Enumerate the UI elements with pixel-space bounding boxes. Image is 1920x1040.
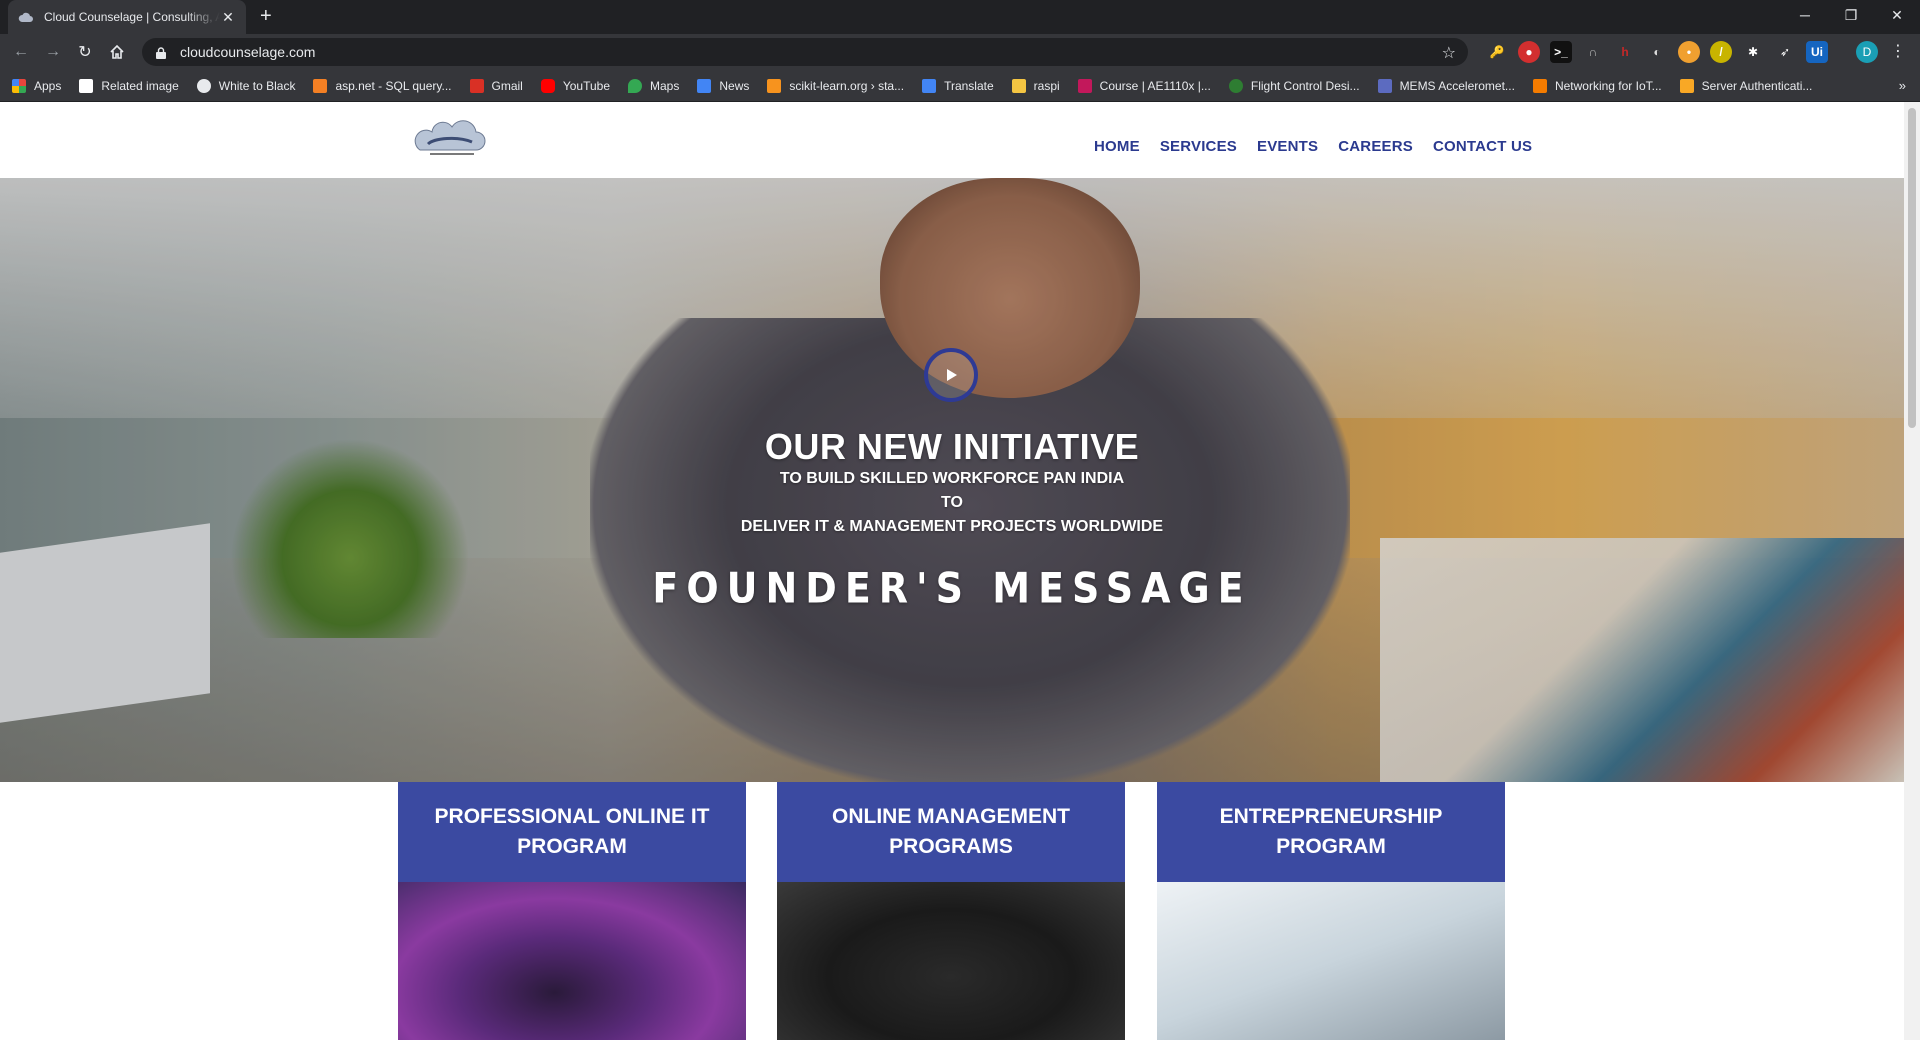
hero-subtitle-line-3: DELIVER IT & MANAGEMENT PROJECTS WORLDWI… xyxy=(740,518,1164,535)
bookmarks-bar: Apps Related image White to Black asp.ne… xyxy=(0,70,1920,102)
react-extension-icon[interactable]: ✱ xyxy=(1742,41,1764,63)
bookmark-item[interactable]: Course | AE1110x |... xyxy=(1077,78,1211,93)
founders-message-link[interactable]: FOUNDER'S MESSAGE xyxy=(0,564,1904,612)
close-window-icon[interactable]: ✕ xyxy=(1874,0,1920,30)
tab-strip: Cloud Counselage | Consulting, A ✕ + ─ ❐… xyxy=(0,0,1920,34)
dark-reader-extension-icon[interactable]: ◐ xyxy=(1646,41,1668,63)
profile-avatar[interactable]: D xyxy=(1856,41,1878,63)
browser-toolbar: ← → ↻ cloudcounselage.com ☆ 🔑 ● >_ ∩ h ◐… xyxy=(0,34,1920,70)
hero-title: OUR NEW INITIATIVE xyxy=(764,426,1140,467)
news-icon xyxy=(697,78,712,93)
hero-banner: OUR NEW INITIATIVE TO BUILD SKILLED WORK… xyxy=(0,178,1904,782)
card-header: PROFESSIONAL ONLINE IT PROGRAM xyxy=(398,782,746,882)
nav-careers[interactable]: CAREERS xyxy=(1338,138,1413,155)
program-card-it[interactable]: PROFESSIONAL ONLINE IT PROGRAM xyxy=(398,782,746,1040)
sklearn-icon xyxy=(767,78,782,93)
bookmark-item[interactable]: Networking for IoT... xyxy=(1532,78,1662,93)
rocket-extension-icon[interactable]: ➶ xyxy=(1774,41,1796,63)
url-text: cloudcounselage.com xyxy=(180,44,316,60)
page-scrollbar[interactable] xyxy=(1904,102,1920,1040)
nav-services[interactable]: SERVICES xyxy=(1160,138,1237,155)
back-arrow-icon[interactable]: ← xyxy=(10,41,32,63)
address-bar[interactable]: cloudcounselage.com ☆ xyxy=(142,38,1468,66)
bookmark-item[interactable]: News xyxy=(697,78,749,93)
restore-icon[interactable]: ❐ xyxy=(1828,0,1874,30)
bookmark-item[interactable]: Server Authenticati... xyxy=(1679,78,1812,93)
bookmark-item[interactable]: Gmail xyxy=(469,78,523,93)
home-icon[interactable] xyxy=(106,41,128,63)
apps-grid-icon xyxy=(12,78,26,93)
lock-icon xyxy=(156,46,166,59)
bookmark-item[interactable]: White to Black xyxy=(196,78,295,93)
bookmark-item[interactable]: asp.net - SQL query... xyxy=(313,78,452,93)
nav-events[interactable]: EVENTS xyxy=(1257,138,1318,155)
bookmark-star-icon[interactable]: ☆ xyxy=(1442,43,1456,63)
menu-dots-icon[interactable]: ⋮ xyxy=(1890,41,1906,61)
translate-icon xyxy=(922,78,937,93)
cookie-extension-icon[interactable]: • xyxy=(1678,41,1700,63)
close-tab-icon[interactable]: ✕ xyxy=(220,9,236,26)
arc-extension-icon[interactable]: ∩ xyxy=(1582,41,1604,63)
browser-tab[interactable]: Cloud Counselage | Consulting, A ✕ xyxy=(8,0,246,34)
bookmark-item[interactable]: Flight Control Desi... xyxy=(1228,78,1360,93)
nav-home[interactable]: HOME xyxy=(1094,138,1140,155)
extensions-row: 🔑 ● >_ ∩ h ◐ • / ✱ ➶ Ui xyxy=(1486,41,1828,63)
bookmark-item[interactable]: Maps xyxy=(628,78,679,93)
cloud-favicon-icon xyxy=(18,9,34,25)
bookmark-item[interactable]: YouTube xyxy=(540,78,610,93)
card-header: ENTREPRENEURSHIP PROGRAM xyxy=(1157,782,1505,882)
folder-icon xyxy=(1011,78,1026,93)
site-header: HOME SERVICES EVENTS CAREERS CONTACT US xyxy=(0,102,1904,178)
ieee-icon xyxy=(1377,78,1392,93)
adblock-extension-icon[interactable]: ● xyxy=(1518,41,1540,63)
bookmark-item[interactable]: raspi xyxy=(1011,78,1060,93)
bookmark-item[interactable]: Apps xyxy=(12,78,61,93)
card-title: ONLINE MANAGEMENT PROGRAMS xyxy=(832,805,1070,858)
counselage-logo[interactable] xyxy=(410,120,490,160)
coursera-icon xyxy=(1228,78,1243,93)
key-extension-icon[interactable]: 🔑 xyxy=(1486,41,1508,63)
color-extension-icon[interactable]: / xyxy=(1710,41,1732,63)
maps-icon xyxy=(628,78,643,93)
program-card-entrepreneurship[interactable]: ENTREPRENEURSHIP PROGRAM xyxy=(1157,782,1505,1040)
edx-icon xyxy=(1077,78,1092,93)
reload-icon[interactable]: ↻ xyxy=(74,41,96,63)
program-card-management[interactable]: ONLINE MANAGEMENT PROGRAMS xyxy=(777,782,1125,1040)
minimize-icon[interactable]: ─ xyxy=(1782,0,1828,30)
gmail-icon xyxy=(469,78,484,93)
card-title: PROFESSIONAL ONLINE IT PROGRAM xyxy=(434,805,710,858)
forward-arrow-icon[interactable]: → xyxy=(42,41,64,63)
card-title: ENTREPRENEURSHIP PROGRAM xyxy=(1219,805,1443,858)
bookmark-item[interactable]: Related image xyxy=(79,78,179,93)
business-team-image xyxy=(777,882,1125,1040)
h-extension-icon[interactable]: h xyxy=(1614,41,1636,63)
e-icon xyxy=(1532,78,1547,93)
bookmark-item[interactable]: scikit-learn.org › sta... xyxy=(767,78,904,93)
tab-title: Cloud Counselage | Consulting, A xyxy=(44,10,220,24)
globe-icon xyxy=(196,78,211,93)
bookmark-item[interactable]: Translate xyxy=(922,78,994,93)
play-icon xyxy=(947,369,957,381)
stackoverflow-icon xyxy=(313,78,328,93)
terminal-extension-icon[interactable]: >_ xyxy=(1550,41,1572,63)
new-tab-button[interactable]: + xyxy=(260,6,272,26)
hackathon-image xyxy=(398,882,746,1040)
page-viewport: HOME SERVICES EVENTS CAREERS CONTACT US … xyxy=(0,102,1904,1040)
card-header: ONLINE MANAGEMENT PROGRAMS xyxy=(777,782,1125,882)
youtube-icon xyxy=(540,78,555,93)
skyscraper-image xyxy=(1157,882,1505,1040)
scrollbar-thumb[interactable] xyxy=(1908,108,1916,428)
hero-subtitle-line-1: TO BUILD SKILLED WORKFORCE PAN INDIA xyxy=(779,470,1125,487)
page-icon xyxy=(79,78,94,93)
more-bookmarks-button[interactable]: » xyxy=(1899,78,1906,93)
box-icon xyxy=(1679,78,1694,93)
play-video-button[interactable] xyxy=(924,348,978,402)
nav-contact-us[interactable]: CONTACT US xyxy=(1433,138,1532,155)
main-nav: HOME SERVICES EVENTS CAREERS CONTACT US xyxy=(1094,138,1532,155)
hero-subtitle-line-2: TO xyxy=(941,494,963,511)
ui-extension-icon[interactable]: Ui xyxy=(1806,41,1828,63)
bookmark-item[interactable]: MEMS Acceleromet... xyxy=(1377,78,1515,93)
